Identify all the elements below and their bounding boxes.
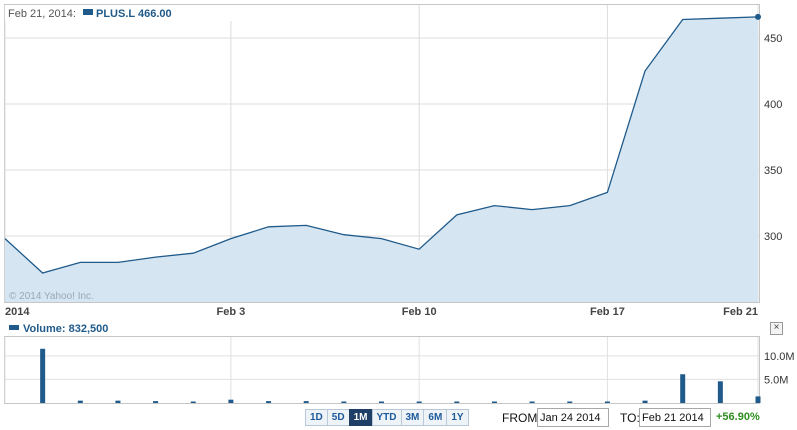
volume-y-ticks: 5.0M 10.0M <box>764 351 795 387</box>
volume-bar <box>529 401 535 403</box>
volume-bar <box>491 401 497 403</box>
header-date: Feb 21, 2014: <box>8 8 76 20</box>
close-volume-button[interactable]: × <box>770 322 783 335</box>
volume-bar <box>115 400 121 403</box>
volume-bar <box>153 401 159 403</box>
volume-bar <box>190 401 196 403</box>
price-y-tick-label: 300 <box>764 231 782 243</box>
volume-bar <box>77 400 83 403</box>
range-button-5d[interactable]: 5D <box>326 409 350 426</box>
stock-chart: 300 350 400 450 2014 Feb 3 Feb 10 Feb 17 Feb 21… <box>4 4 795 404</box>
price-y-tick-label: 450 <box>764 33 782 45</box>
range-button-ytd[interactable]: YTD <box>371 409 402 426</box>
volume-bar <box>416 401 422 403</box>
to-label: TO: <box>620 411 640 425</box>
price-y-tick-label: 350 <box>764 165 782 177</box>
to-date-input[interactable] <box>639 408 711 427</box>
watermark: © 2014 Yahoo! Inc. <box>9 291 94 302</box>
range-buttons: 1D 5D 1M YTD 3M 6M 1Y <box>305 409 469 426</box>
from-label: FROM: <box>502 411 541 425</box>
volume-label: Volume: 832,500 <box>23 323 108 335</box>
volume-bar <box>680 374 686 403</box>
volume-bar <box>642 400 648 403</box>
volume-y-tick-label: 5.0M <box>764 374 788 386</box>
range-button-6m[interactable]: 6M <box>423 409 448 426</box>
price-y-ticks: 300 350 400 450 <box>764 33 782 243</box>
volume-bar <box>341 401 347 403</box>
percent-change: +56.90% <box>716 411 760 423</box>
price-x-tick-label: Feb 3 <box>217 306 246 318</box>
volume-swatch <box>9 325 19 330</box>
price-x-tick-label: Feb 10 <box>402 306 437 318</box>
volume-bar <box>303 401 309 403</box>
range-button-1y[interactable]: 1Y <box>446 409 469 426</box>
series-label: PLUS.L 466.00 <box>96 8 172 20</box>
volume-bar <box>266 401 272 403</box>
price-last-point <box>755 13 761 20</box>
price-x-tick-label: Feb 17 <box>590 306 625 318</box>
volume-bar <box>567 401 573 403</box>
volume-y-tick-label: 10.0M <box>764 351 795 363</box>
volume-bar <box>379 401 384 403</box>
volume-bar <box>717 381 723 403</box>
range-button-1d[interactable]: 1D <box>305 409 328 426</box>
close-icon: × <box>773 322 780 333</box>
volume-bar <box>604 401 610 403</box>
range-button-1m[interactable]: 1M <box>348 409 373 426</box>
volume-bar <box>755 396 761 403</box>
series-swatch <box>83 9 93 15</box>
volume-bar <box>228 399 234 403</box>
price-x-tick-label: 2014 <box>5 306 30 318</box>
price-y-tick-label: 400 <box>764 99 782 111</box>
from-date-input[interactable] <box>537 408 609 427</box>
price-x-tick-label: Feb 21 <box>723 306 758 318</box>
volume-panel <box>4 336 760 404</box>
price-x-labels: 2014 Feb 3 Feb 10 Feb 17 Feb 21 <box>5 306 758 318</box>
range-button-3m[interactable]: 3M <box>400 409 425 426</box>
volume-bar <box>40 348 46 403</box>
volume-bar <box>454 401 460 403</box>
